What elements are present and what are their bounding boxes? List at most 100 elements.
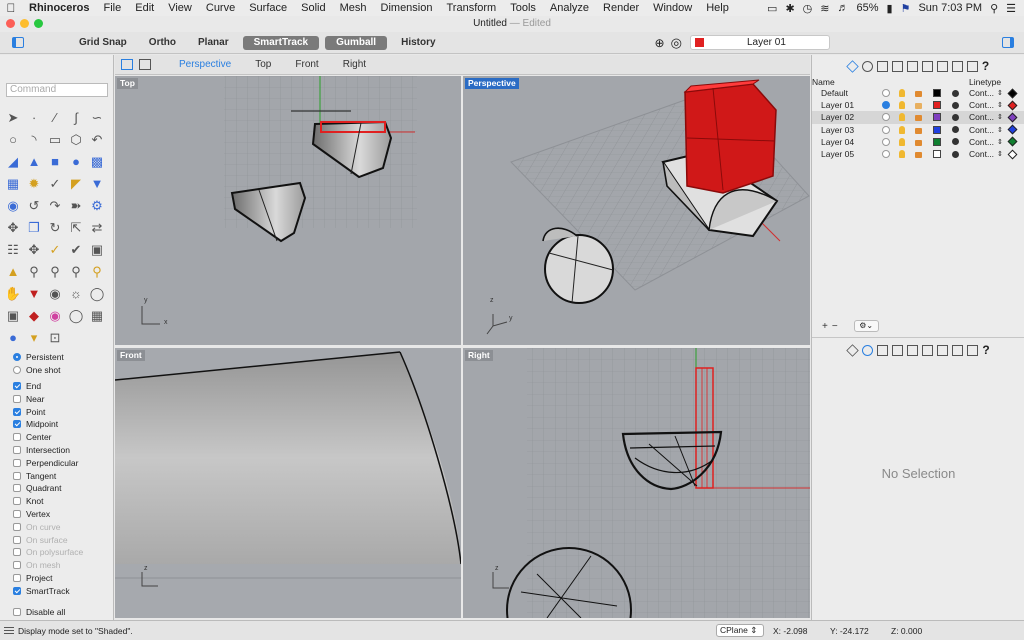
command-history-icon[interactable] [4,627,14,634]
menu-surface[interactable]: Surface [242,2,294,14]
sphere-icon[interactable]: ◯ [67,306,85,325]
menu-mesh[interactable]: Mesh [333,2,374,14]
current-layer-radio-icon[interactable] [882,137,890,146]
document-tab-icon[interactable] [877,344,889,356]
layer-row-layer-01[interactable]: Layer 01 Cont... ⇕ [812,99,1024,111]
box-icon[interactable]: ■ [46,152,64,171]
current-layer-radio-icon[interactable] [882,89,890,98]
grid-snap-button[interactable]: Grid Snap [68,36,138,50]
material-sphere-icon[interactable] [952,138,959,146]
viewport-label[interactable]: Front [117,350,145,361]
render-sphere-icon[interactable]: ● [4,328,22,347]
checkbox-icon[interactable] [13,445,21,454]
cplane-origin-icon[interactable]: ⊕ [655,36,665,50]
osnap-project[interactable]: Project [13,572,113,585]
render-car-icon[interactable]: ▼ [25,284,43,303]
zoom-icon[interactable]: ⚲ [25,262,43,281]
osnap-midpoint[interactable]: Midpoint [13,418,113,431]
tab-front[interactable]: Front [283,59,330,70]
airplay-icon[interactable]: ▭ [767,2,777,15]
menu-render[interactable]: Render [596,2,646,14]
checkbox-icon[interactable] [13,458,21,467]
orient-icon[interactable]: ✓ [46,240,64,259]
notes-tab-icon[interactable] [951,60,963,72]
display-tab-icon[interactable] [862,344,874,356]
bulb-icon[interactable]: ☼ [67,284,85,303]
layer-row-layer-04[interactable]: Layer 04 Cont... ⇕ [812,136,1024,148]
visibility-bulb-icon[interactable] [899,137,905,146]
color-wheel-icon[interactable]: ◉ [46,306,64,325]
viewport-front[interactable]: Front z [115,348,461,618]
monitor-tab-icon[interactable] [966,60,978,72]
material-sphere-icon[interactable] [952,150,959,158]
rebuild-icon[interactable]: ⚙ [88,196,106,215]
menu-dimension[interactable]: Dimension [374,2,440,14]
current-layer-radio-icon[interactable] [882,113,890,122]
curve-icon[interactable]: ∽ [88,108,106,127]
camera-tab-icon[interactable] [907,344,919,356]
layers-tab-icon[interactable] [846,343,860,357]
offset-icon[interactable]: ↷ [46,196,64,215]
zoom-selected-icon[interactable]: ⚲ [88,262,106,281]
boolean-icon[interactable]: ▼ [88,174,106,193]
tab-right[interactable]: Right [331,59,378,70]
current-layer-selector[interactable]: Layer 01 [689,35,830,50]
osnap-disable-all[interactable]: Disable all [13,605,113,618]
blend-icon[interactable]: ➽ [67,196,85,215]
osnap-end[interactable]: End [13,380,113,393]
monitor-tab-icon[interactable] [967,344,979,356]
osnap-intersection[interactable]: Intersection [13,444,113,457]
current-layer-radio-icon[interactable] [882,150,890,159]
bluetooth-icon[interactable]: ✱ [785,2,794,15]
menu-transform[interactable]: Transform [439,2,503,14]
layer-options-gear-icon[interactable]: ⚙⌄ [853,320,879,332]
osnap-smarttrack[interactable]: SmartTrack [13,584,113,597]
four-view-layout-icon[interactable] [121,59,133,70]
material-sphere-icon[interactable] [952,101,959,109]
close-button[interactable] [6,19,15,28]
cube-view-icon[interactable]: ▣ [88,240,106,259]
radio-icon[interactable] [13,366,21,375]
stepper-icon[interactable]: ⇕ [997,89,1003,97]
planar-button[interactable]: Planar [187,36,240,50]
apple-icon[interactable]:  [0,1,22,15]
minimize-button[interactable] [20,19,29,28]
lock-icon[interactable] [915,91,922,97]
checkbox-icon[interactable] [13,573,21,582]
menu-window[interactable]: Window [646,2,699,14]
layer-icon[interactable]: ◆ [25,306,43,325]
polygon-icon[interactable]: ⬡ [67,130,85,149]
visibility-bulb-icon[interactable] [899,101,905,110]
stepper-icon[interactable]: ⇕ [997,126,1003,134]
left-sidebar-toggle-icon[interactable] [12,37,24,48]
layers-name-header[interactable]: Name [812,77,835,87]
volume-icon[interactable]: ♬ [838,2,849,14]
help-tab-icon[interactable]: ? [982,343,989,357]
copy-icon[interactable]: ❐ [25,218,43,237]
checkbox-icon[interactable] [13,586,21,595]
layer-row-layer-05[interactable]: Layer 05 Cont... ⇕ [812,148,1024,160]
checkbox-icon[interactable] [13,471,21,480]
lighting-tab-icon[interactable] [921,60,933,72]
layers-linetype-header[interactable]: Linetype [969,77,1001,87]
lock-icon[interactable] [915,103,922,110]
split-icon[interactable]: ↺ [25,196,43,215]
layer-color-swatch[interactable] [933,113,941,122]
checkbox-icon[interactable] [13,497,21,506]
extrude-icon[interactable]: ▲ [25,152,43,171]
print-color-diamond-icon[interactable] [1007,112,1018,123]
lock-icon[interactable] [915,151,922,158]
gumball-button[interactable]: Gumball [325,35,388,50]
single-view-layout-icon[interactable] [139,59,151,70]
panel-divider[interactable] [812,337,1024,338]
print-color-diamond-icon[interactable] [1007,136,1018,147]
print-color-diamond-icon[interactable] [1007,149,1018,159]
layer-color-swatch[interactable] [933,125,941,134]
checkbox-icon[interactable] [13,394,21,403]
lock-icon[interactable] [915,115,922,122]
battery-percent[interactable]: 65% [857,2,879,14]
osnap-one-shot[interactable]: One shot [13,364,113,377]
view-icon[interactable]: ◉ [46,284,64,303]
grid-tab-icon[interactable] [936,60,948,72]
cplane-icon[interactable]: ⊡ [46,328,64,347]
